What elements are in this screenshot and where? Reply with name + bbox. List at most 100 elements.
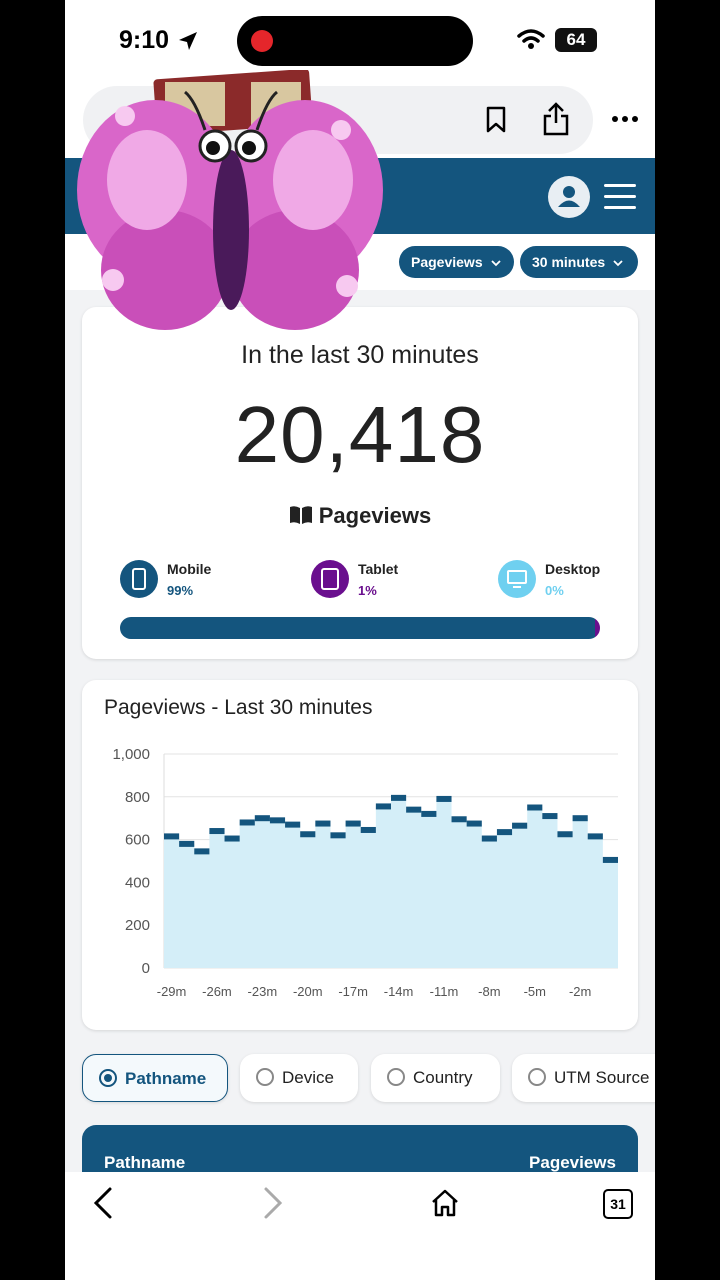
- user-avatar[interactable]: [548, 176, 590, 218]
- data-point: [557, 831, 573, 838]
- range-dropdown-label: 30 minutes: [532, 254, 606, 270]
- summary-headline: In the last 30 minutes: [241, 341, 479, 369]
- device-name-tablet: Tablet: [358, 561, 399, 577]
- tab-device-label: Device: [282, 1068, 334, 1087]
- tab-pathname[interactable]: Pathname: [82, 1054, 228, 1102]
- column-pathname[interactable]: Pathname: [104, 1153, 185, 1173]
- data-point: [391, 794, 407, 801]
- y-tick-label: 1,000: [112, 746, 150, 763]
- device-share-segment-mobile: [120, 617, 596, 639]
- browser-toolbar: [65, 1172, 655, 1280]
- status-time: 9:10: [119, 26, 170, 54]
- x-tick-label: -8m: [478, 984, 500, 999]
- home-icon[interactable]: [430, 1188, 460, 1218]
- y-tick-label: 0: [142, 960, 150, 977]
- tab-pathname-label: Pathname: [125, 1069, 207, 1088]
- data-point: [421, 810, 437, 817]
- menu-icon[interactable]: [604, 184, 636, 217]
- tab-country[interactable]: Country: [371, 1054, 500, 1102]
- x-tick-label: -23m: [248, 984, 278, 999]
- tab-country-label: Country: [413, 1068, 473, 1087]
- data-point: [481, 835, 497, 842]
- data-point: [209, 828, 225, 835]
- radio-icon: [256, 1067, 274, 1086]
- radio-selected-icon: [99, 1068, 117, 1087]
- location-arrow-icon: [179, 32, 197, 50]
- chevron-down-icon: [490, 260, 501, 267]
- bookmark-icon[interactable]: [485, 106, 507, 134]
- data-point: [436, 795, 452, 802]
- device-share-segment-tablet: [595, 617, 600, 639]
- tab-device[interactable]: Device: [240, 1054, 358, 1102]
- tabs-count: 31: [610, 1196, 626, 1212]
- device-pct-mobile: 99%: [167, 583, 194, 598]
- y-tick-label: 400: [125, 874, 150, 891]
- recording-indicator-icon: [251, 30, 273, 52]
- x-tick-label: -11m: [430, 984, 459, 999]
- device-pct-desktop: 0%: [545, 583, 564, 598]
- phone-screen: 9:10 64 Pageviews 30 minutes In the last…: [65, 0, 655, 1280]
- data-point: [496, 829, 513, 836]
- device-share-bar: [120, 617, 600, 639]
- x-tick-label: -17m: [338, 984, 368, 999]
- chevron-down-icon: [613, 260, 623, 267]
- device-pct-tablet: 1%: [358, 583, 377, 598]
- data-point: [602, 856, 618, 863]
- butterfly-sticker: [77, 70, 383, 330]
- data-point: [345, 820, 361, 827]
- data-point: [572, 815, 588, 822]
- radio-icon: [528, 1067, 546, 1086]
- data-point: [375, 803, 391, 810]
- chart-area: [164, 797, 618, 968]
- desktop-device-icon: [498, 560, 536, 598]
- data-point: [300, 831, 316, 838]
- data-point: [315, 820, 331, 827]
- x-tick-label: -29m: [157, 984, 187, 999]
- data-point: [239, 819, 255, 826]
- total-pageviews: 20,418: [234, 390, 486, 479]
- data-point: [451, 816, 467, 823]
- mobile-device-icon: [120, 560, 158, 598]
- chart-card: Pageviews - Last 30 minutes 1,000 800 600 4…: [82, 680, 638, 1030]
- device-name-mobile: Mobile: [167, 561, 212, 577]
- pageviews-chart: 1,000 800 600 400 200 0 -29m -26m -23m -20m -17m -1…: [112, 746, 618, 999]
- wifi-icon: [517, 29, 545, 49]
- tab-utm-source[interactable]: UTM Source: [512, 1054, 655, 1102]
- y-tick-label: 800: [125, 789, 150, 806]
- data-point: [466, 820, 482, 827]
- data-point: [542, 813, 558, 820]
- share-icon[interactable]: [541, 102, 571, 136]
- data-point: [406, 806, 422, 813]
- device-name-desktop: Desktop: [545, 561, 601, 577]
- range-dropdown[interactable]: 30 minutes: [520, 246, 638, 278]
- back-icon[interactable]: [91, 1186, 115, 1220]
- tablet-device-icon: [311, 560, 349, 598]
- column-pageviews[interactable]: Pageviews: [529, 1153, 616, 1173]
- book-icon: [289, 506, 312, 524]
- metric-dropdown[interactable]: Pageviews: [399, 246, 514, 278]
- tabs-button[interactable]: 31: [603, 1189, 633, 1219]
- x-tick-label: -14m: [384, 984, 414, 999]
- data-point: [512, 822, 528, 829]
- data-point: [285, 821, 301, 828]
- data-point: [360, 826, 376, 833]
- x-tick-label: -5m: [524, 984, 546, 999]
- data-point: [254, 815, 270, 822]
- data-point: [527, 804, 543, 811]
- x-tick-label: -20m: [293, 984, 323, 999]
- forward-icon[interactable]: [261, 1186, 285, 1220]
- y-tick-label: 600: [125, 832, 150, 849]
- metric-dropdown-label: Pageviews: [411, 254, 483, 270]
- data-point: [269, 817, 286, 824]
- tab-utm-source-label: UTM Source: [554, 1068, 650, 1087]
- metric-label-row: Pageviews: [82, 503, 638, 529]
- x-tick-label: -2m: [569, 984, 591, 999]
- user-icon: [558, 186, 580, 207]
- data-point: [224, 835, 240, 842]
- battery-indicator: 64: [555, 28, 597, 52]
- data-point: [164, 833, 180, 840]
- summary-card: In the last 30 minutes 20,418 Pageviews …: [82, 307, 638, 659]
- more-options-icon[interactable]: [611, 114, 639, 124]
- metric-label: Pageviews: [318, 503, 432, 528]
- data-point: [179, 840, 195, 847]
